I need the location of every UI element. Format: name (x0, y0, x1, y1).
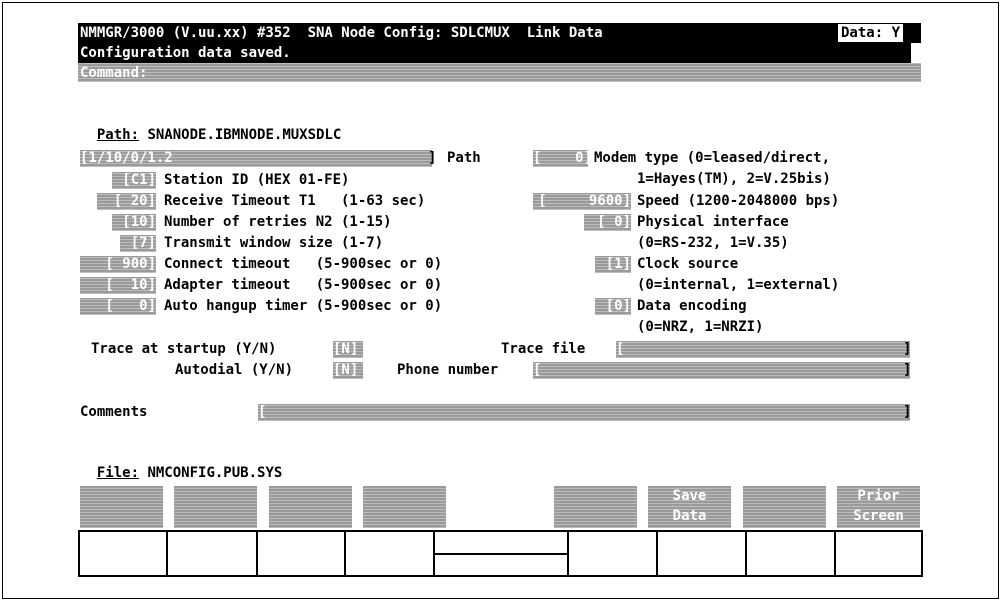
auto-hangup-label: Auto hangup timer (5-900sec or 0) (164, 298, 443, 314)
retries-label: Number of retries N2 (1-15) (164, 214, 392, 230)
function-key-f7[interactable] (743, 486, 826, 528)
path-row: Path: SNANODE.IBMNODE.MUXSDLC (80, 108, 341, 144)
function-key-f2[interactable] (174, 486, 257, 528)
phone-number-close: ] (903, 362, 912, 378)
grid-divider (745, 530, 747, 577)
data-flag: Data: Y (838, 24, 904, 42)
trace-field[interactable]: [N] (333, 341, 363, 358)
path-field-label: Path (447, 150, 481, 166)
connect-timeout-label: Connect timeout (5-900sec or 0) (164, 256, 443, 272)
function-key-f1[interactable] (80, 486, 163, 528)
data-encoding-label: Data encoding (637, 298, 747, 314)
function-key-f5[interactable] (554, 486, 637, 528)
comments-field[interactable]: [ (258, 404, 910, 421)
physical-interface-options: (0=RS-232, 1=V.35) (637, 235, 789, 251)
receive-timeout-field[interactable]: [ 20] (97, 193, 156, 210)
adapter-timeout-label: Adapter timeout (5-900sec or 0) (164, 277, 443, 293)
prior-screen-button[interactable]: Prior Screen (837, 486, 920, 528)
connect-timeout-field[interactable]: [ 900] (80, 256, 156, 273)
physical-interface-field[interactable]: [ 0] (584, 214, 631, 231)
path-value: SNANODE.IBMNODE.MUXSDLC (147, 127, 342, 143)
station-id-field[interactable]: [C1] (112, 172, 156, 189)
grid-divider (834, 530, 836, 577)
grid-divider (433, 553, 567, 555)
transmit-window-label: Transmit window size (1-7) (164, 235, 384, 251)
function-key-f3[interactable] (269, 486, 352, 528)
modem-type-label: Modem type (0=leased/direct, (594, 150, 831, 166)
path-field[interactable]: [1/10/0/1.2 (80, 150, 432, 167)
retries-field[interactable]: [10] (112, 214, 156, 231)
status-message: Configuration data saved. (80, 45, 291, 61)
grid-divider (256, 530, 258, 577)
data-encoding-options: (0=NRZ, 1=NRZI) (637, 319, 764, 335)
trace-file-close: ] (903, 341, 912, 357)
auto-hangup-field[interactable]: [ 0] (80, 298, 156, 315)
clock-source-label: Clock source (637, 256, 739, 272)
speed-field[interactable]: [ 9600] (533, 193, 631, 210)
grid-divider (344, 530, 346, 577)
trace-file-field[interactable]: [ (616, 341, 910, 358)
command-line[interactable]: Command: (78, 63, 921, 82)
phone-number-label: Phone number (397, 362, 499, 378)
file-value: NMCONFIG.PUB.SYS (147, 465, 283, 481)
file-label: File: (96, 465, 140, 481)
clock-source-options: (0=internal, 1=external) (637, 277, 840, 293)
transmit-window-field[interactable]: [7] (120, 235, 156, 252)
modem-type-field[interactable]: [ 0] (533, 150, 592, 167)
physical-interface-label: Physical interface (637, 214, 789, 230)
comments-close: ] (903, 404, 912, 420)
trace-file-label: Trace file (501, 341, 586, 357)
comments-label: Comments (80, 404, 148, 420)
title-bar: NMMGR/3000 (V.uu.xx) #352 SNA Node Confi… (78, 23, 921, 43)
speed-label: Speed (1200-2048000 bps) (637, 193, 840, 209)
grid-divider (166, 530, 168, 577)
station-id-label: Station ID (HEX 01-FE) (164, 172, 350, 188)
file-row: File: NMCONFIG.PUB.SYS (80, 446, 282, 482)
phone-number-field[interactable]: [ (533, 362, 910, 379)
modem-type-options: 1=Hayes(TM), 2=V.25bis) (637, 171, 831, 187)
command-label: Command: (80, 65, 148, 81)
message-bar: Configuration data saved. (78, 43, 911, 63)
trace-label: Trace at startup (Y/N) (91, 341, 277, 357)
autodial-label: Autodial (Y/N) (175, 362, 294, 378)
save-data-button[interactable]: Save Data (648, 486, 731, 528)
function-key-f4[interactable] (363, 486, 446, 528)
path-field-close: ] (428, 150, 437, 166)
receive-timeout-label: Receive Timeout T1 (1-63 sec) (164, 193, 426, 209)
screen-title: NMMGR/3000 (V.uu.xx) #352 SNA Node Confi… (80, 25, 603, 41)
path-label: Path: (96, 127, 140, 143)
data-encoding-field[interactable]: [0] (595, 298, 631, 315)
adapter-timeout-field[interactable]: [ 10] (80, 277, 156, 294)
grid-divider (567, 530, 569, 577)
clock-source-field[interactable]: [1] (595, 256, 631, 273)
autodial-field[interactable]: [N] (333, 362, 363, 379)
grid-divider (656, 530, 658, 577)
